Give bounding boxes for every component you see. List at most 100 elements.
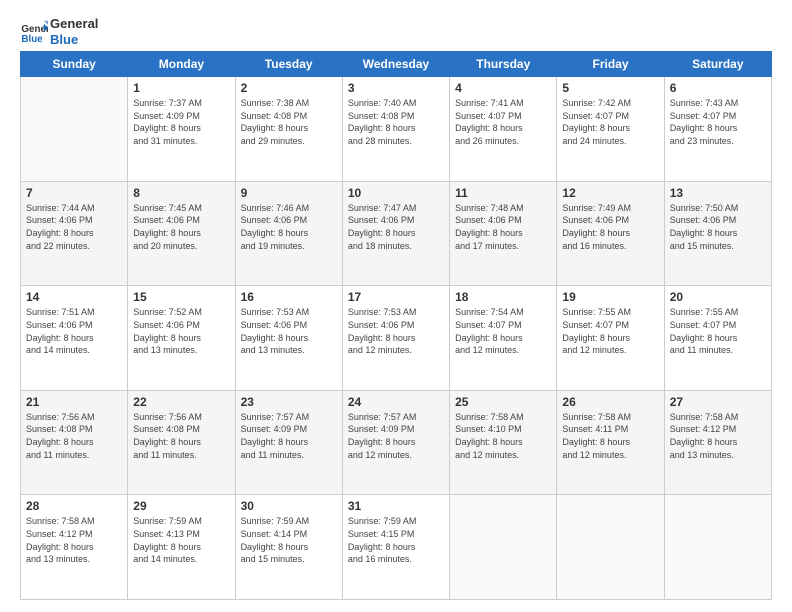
calendar-cell: 28 Sunrise: 7:58 AM Sunset: 4:12 PM Dayli… bbox=[21, 495, 128, 600]
week-row-4: 21 Sunrise: 7:56 AM Sunset: 4:08 PM Dayli… bbox=[21, 390, 772, 495]
day-number: 6 bbox=[670, 81, 766, 95]
day-number: 21 bbox=[26, 395, 122, 409]
calendar-cell: 10Sunrise: 7:47 AM Sunset: 4:06 PM Dayli… bbox=[342, 181, 449, 286]
svg-text:Blue: Blue bbox=[21, 33, 43, 44]
calendar-cell: 29 Sunrise: 7:59 AM Sunset: 4:13 PM Dayli… bbox=[128, 495, 235, 600]
day-info: Sunrise: 7:37 AM Sunset: 4:09 PM Dayligh… bbox=[133, 97, 229, 147]
day-info: Sunrise: 7:58 AM Sunset: 4:12 PM Dayligh… bbox=[26, 515, 122, 565]
day-number: 31 bbox=[348, 499, 444, 513]
week-row-5: 28 Sunrise: 7:58 AM Sunset: 4:12 PM Dayli… bbox=[21, 495, 772, 600]
calendar-cell: 14Sunrise: 7:51 AM Sunset: 4:06 PM Dayli… bbox=[21, 286, 128, 391]
calendar-cell: 4 Sunrise: 7:41 AM Sunset: 4:07 PM Daylig… bbox=[450, 77, 557, 182]
day-number: 24 bbox=[348, 395, 444, 409]
day-info: Sunrise: 7:58 AM Sunset: 4:12 PM Dayligh… bbox=[670, 411, 766, 461]
day-info: Sunrise: 7:54 AM Sunset: 4:07 PM Dayligh… bbox=[455, 306, 551, 356]
week-row-3: 14Sunrise: 7:51 AM Sunset: 4:06 PM Dayli… bbox=[21, 286, 772, 391]
day-number: 23 bbox=[241, 395, 337, 409]
day-number: 1 bbox=[133, 81, 229, 95]
day-info: Sunrise: 7:44 AM Sunset: 4:06 PM Dayligh… bbox=[26, 202, 122, 252]
day-number: 29 bbox=[133, 499, 229, 513]
day-number: 30 bbox=[241, 499, 337, 513]
calendar-cell: 8Sunrise: 7:45 AM Sunset: 4:06 PM Daylig… bbox=[128, 181, 235, 286]
day-number: 14 bbox=[26, 290, 122, 304]
day-number: 19 bbox=[562, 290, 658, 304]
week-row-2: 7 Sunrise: 7:44 AM Sunset: 4:06 PM Daylig… bbox=[21, 181, 772, 286]
day-info: Sunrise: 7:42 AM Sunset: 4:07 PM Dayligh… bbox=[562, 97, 658, 147]
calendar-cell: 1 Sunrise: 7:37 AM Sunset: 4:09 PM Daylig… bbox=[128, 77, 235, 182]
calendar-cell: 26Sunrise: 7:58 AM Sunset: 4:11 PM Dayli… bbox=[557, 390, 664, 495]
day-number: 13 bbox=[670, 186, 766, 200]
weekday-header-monday: Monday bbox=[128, 52, 235, 77]
weekday-header-wednesday: Wednesday bbox=[342, 52, 449, 77]
day-info: Sunrise: 7:53 AM Sunset: 4:06 PM Dayligh… bbox=[241, 306, 337, 356]
day-number: 10 bbox=[348, 186, 444, 200]
calendar-cell: 31 Sunrise: 7:59 AM Sunset: 4:15 PM Dayli… bbox=[342, 495, 449, 600]
day-info: Sunrise: 7:56 AM Sunset: 4:08 PM Dayligh… bbox=[133, 411, 229, 461]
page: General Blue General Blue SundayMondayTu… bbox=[0, 0, 792, 612]
day-number: 16 bbox=[241, 290, 337, 304]
day-number: 2 bbox=[241, 81, 337, 95]
day-info: Sunrise: 7:57 AM Sunset: 4:09 PM Dayligh… bbox=[241, 411, 337, 461]
day-info: Sunrise: 7:48 AM Sunset: 4:06 PM Dayligh… bbox=[455, 202, 551, 252]
calendar-cell: 5 Sunrise: 7:42 AM Sunset: 4:07 PM Daylig… bbox=[557, 77, 664, 182]
calendar-cell: 22 Sunrise: 7:56 AM Sunset: 4:08 PM Dayli… bbox=[128, 390, 235, 495]
calendar-cell: 27 Sunrise: 7:58 AM Sunset: 4:12 PM Dayli… bbox=[664, 390, 771, 495]
calendar-cell: 19 Sunrise: 7:55 AM Sunset: 4:07 PM Dayli… bbox=[557, 286, 664, 391]
day-info: Sunrise: 7:58 AM Sunset: 4:11 PM Dayligh… bbox=[562, 411, 658, 461]
day-info: Sunrise: 7:43 AM Sunset: 4:07 PM Dayligh… bbox=[670, 97, 766, 147]
day-number: 9 bbox=[241, 186, 337, 200]
day-info: Sunrise: 7:41 AM Sunset: 4:07 PM Dayligh… bbox=[455, 97, 551, 147]
weekday-header-tuesday: Tuesday bbox=[235, 52, 342, 77]
day-info: Sunrise: 7:57 AM Sunset: 4:09 PM Dayligh… bbox=[348, 411, 444, 461]
day-info: Sunrise: 7:50 AM Sunset: 4:06 PM Dayligh… bbox=[670, 202, 766, 252]
logo-text: General Blue bbox=[50, 16, 98, 47]
day-number: 5 bbox=[562, 81, 658, 95]
day-number: 17 bbox=[348, 290, 444, 304]
day-number: 3 bbox=[348, 81, 444, 95]
calendar-cell: 23 Sunrise: 7:57 AM Sunset: 4:09 PM Dayli… bbox=[235, 390, 342, 495]
calendar-cell: 25Sunrise: 7:58 AM Sunset: 4:10 PM Dayli… bbox=[450, 390, 557, 495]
day-info: Sunrise: 7:55 AM Sunset: 4:07 PM Dayligh… bbox=[670, 306, 766, 356]
week-row-1: 1 Sunrise: 7:37 AM Sunset: 4:09 PM Daylig… bbox=[21, 77, 772, 182]
day-info: Sunrise: 7:45 AM Sunset: 4:06 PM Dayligh… bbox=[133, 202, 229, 252]
calendar-cell bbox=[664, 495, 771, 600]
day-info: Sunrise: 7:46 AM Sunset: 4:06 PM Dayligh… bbox=[241, 202, 337, 252]
calendar-cell: 17 Sunrise: 7:53 AM Sunset: 4:06 PM Dayli… bbox=[342, 286, 449, 391]
day-info: Sunrise: 7:56 AM Sunset: 4:08 PM Dayligh… bbox=[26, 411, 122, 461]
calendar-cell bbox=[450, 495, 557, 600]
day-number: 7 bbox=[26, 186, 122, 200]
calendar-cell bbox=[21, 77, 128, 182]
calendar-cell: 20 Sunrise: 7:55 AM Sunset: 4:07 PM Dayli… bbox=[664, 286, 771, 391]
calendar-cell: 18 Sunrise: 7:54 AM Sunset: 4:07 PM Dayli… bbox=[450, 286, 557, 391]
calendar-cell: 16 Sunrise: 7:53 AM Sunset: 4:06 PM Dayli… bbox=[235, 286, 342, 391]
day-info: Sunrise: 7:53 AM Sunset: 4:06 PM Dayligh… bbox=[348, 306, 444, 356]
day-number: 22 bbox=[133, 395, 229, 409]
day-number: 25 bbox=[455, 395, 551, 409]
day-number: 20 bbox=[670, 290, 766, 304]
calendar-cell: 21 Sunrise: 7:56 AM Sunset: 4:08 PM Dayli… bbox=[21, 390, 128, 495]
day-info: Sunrise: 7:52 AM Sunset: 4:06 PM Dayligh… bbox=[133, 306, 229, 356]
weekday-header-friday: Friday bbox=[557, 52, 664, 77]
day-info: Sunrise: 7:59 AM Sunset: 4:15 PM Dayligh… bbox=[348, 515, 444, 565]
calendar-cell: 12Sunrise: 7:49 AM Sunset: 4:06 PM Dayli… bbox=[557, 181, 664, 286]
logo: General Blue General Blue bbox=[20, 16, 98, 47]
calendar-cell: 3 Sunrise: 7:40 AM Sunset: 4:08 PM Daylig… bbox=[342, 77, 449, 182]
calendar-cell: 7 Sunrise: 7:44 AM Sunset: 4:06 PM Daylig… bbox=[21, 181, 128, 286]
day-number: 4 bbox=[455, 81, 551, 95]
day-number: 15 bbox=[133, 290, 229, 304]
day-number: 18 bbox=[455, 290, 551, 304]
weekday-header-sunday: Sunday bbox=[21, 52, 128, 77]
calendar-cell: 24 Sunrise: 7:57 AM Sunset: 4:09 PM Dayli… bbox=[342, 390, 449, 495]
day-number: 28 bbox=[26, 499, 122, 513]
calendar-cell bbox=[557, 495, 664, 600]
calendar-cell: 13 Sunrise: 7:50 AM Sunset: 4:06 PM Dayli… bbox=[664, 181, 771, 286]
day-number: 11 bbox=[455, 186, 551, 200]
calendar-cell: 2Sunrise: 7:38 AM Sunset: 4:08 PM Daylig… bbox=[235, 77, 342, 182]
day-info: Sunrise: 7:59 AM Sunset: 4:13 PM Dayligh… bbox=[133, 515, 229, 565]
logo-icon: General Blue bbox=[20, 18, 48, 46]
day-info: Sunrise: 7:40 AM Sunset: 4:08 PM Dayligh… bbox=[348, 97, 444, 147]
day-info: Sunrise: 7:55 AM Sunset: 4:07 PM Dayligh… bbox=[562, 306, 658, 356]
day-number: 27 bbox=[670, 395, 766, 409]
header: General Blue General Blue bbox=[20, 16, 772, 47]
calendar-cell: 15 Sunrise: 7:52 AM Sunset: 4:06 PM Dayli… bbox=[128, 286, 235, 391]
